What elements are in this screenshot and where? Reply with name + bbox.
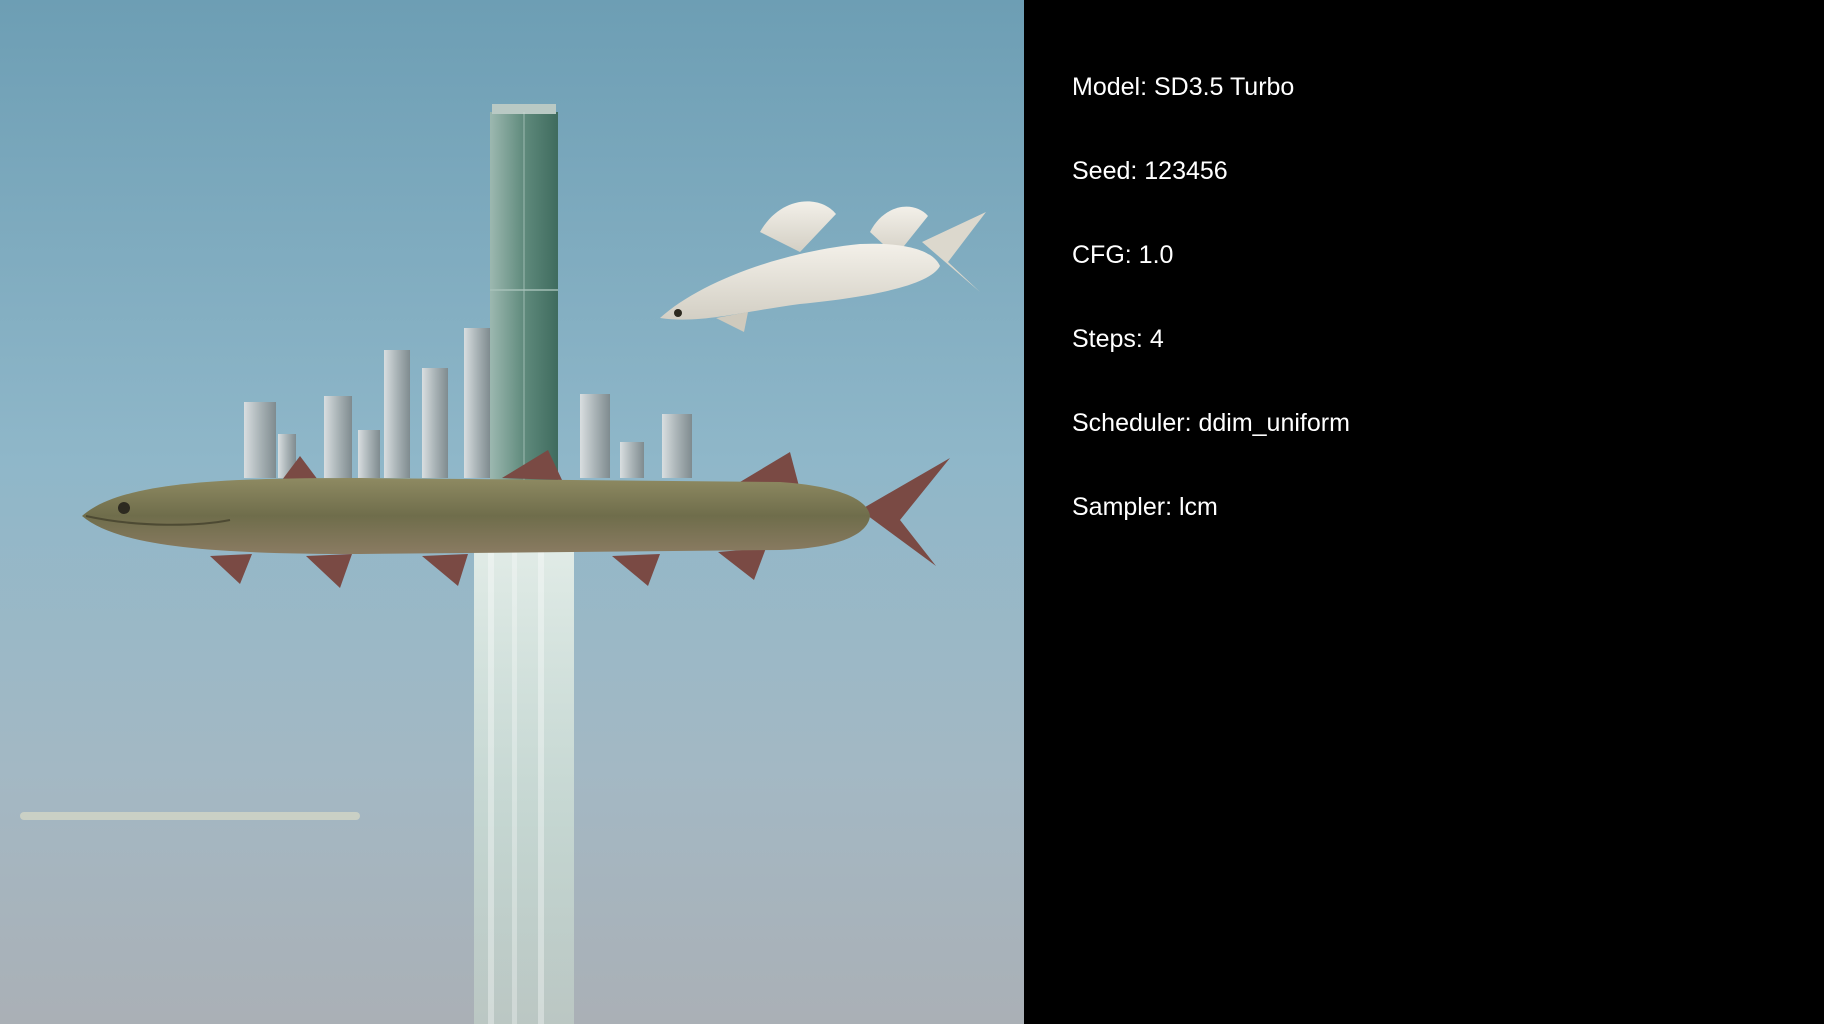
cloud-streak	[20, 812, 360, 820]
output-viewer: Model: SD3.5 Turbo Seed: 123456 CFG: 1.0…	[0, 0, 1824, 1024]
generated-image	[0, 0, 1024, 1024]
waterfall	[474, 526, 574, 1024]
tall-tower	[490, 104, 558, 482]
seed-label: Seed: 123456	[1072, 157, 1228, 185]
cfg-label: CFG: 1.0	[1072, 241, 1174, 269]
steps-label: Steps: 4	[1072, 325, 1164, 353]
scheduler-label: Scheduler: ddim_uniform	[1072, 409, 1350, 437]
model-label: Model: SD3.5 Turbo	[1072, 73, 1295, 101]
sampler-label: Sampler: lcm	[1072, 493, 1218, 521]
generation-info-panel: Model: SD3.5 Turbo Seed: 123456 CFG: 1.0…	[1072, 72, 1772, 576]
